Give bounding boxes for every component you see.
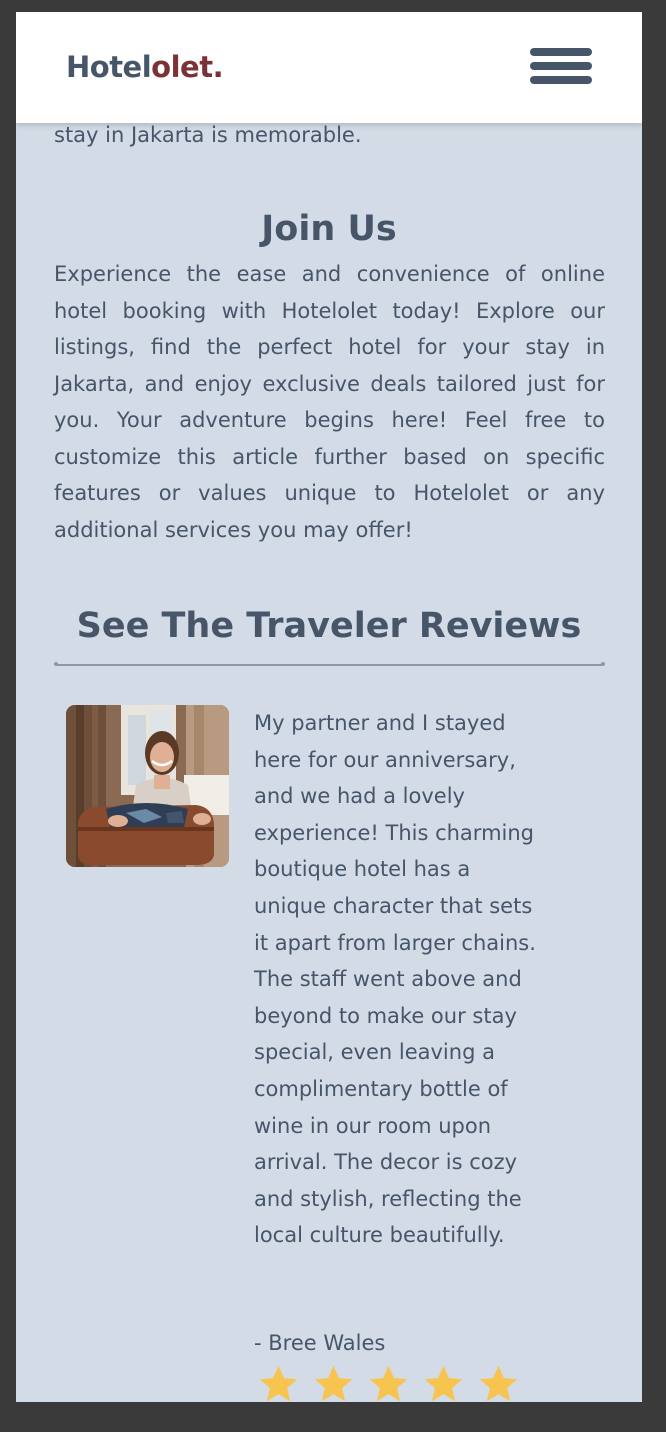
rating-stars bbox=[256, 1362, 521, 1402]
join-us-heading: Join Us bbox=[261, 209, 397, 249]
menu-bar bbox=[530, 48, 592, 56]
logo-accent: olet. bbox=[151, 50, 224, 84]
navbar: Hotelolet. bbox=[16, 12, 642, 123]
section-divider bbox=[54, 662, 605, 666]
page-viewport: Hotelolet. stay in Jakarta is memorable.… bbox=[16, 12, 642, 1402]
hamburger-menu-icon[interactable] bbox=[530, 46, 592, 88]
logo[interactable]: Hotelolet. bbox=[66, 50, 224, 84]
star-icon bbox=[314, 1365, 353, 1402]
reviewer-photo bbox=[66, 705, 229, 867]
review-author: - Bree Wales bbox=[254, 1331, 386, 1355]
menu-bar bbox=[530, 62, 592, 70]
logo-primary: Hotel bbox=[66, 50, 152, 84]
star-icon bbox=[259, 1365, 298, 1402]
join-us-body: Experience the ease and convenience of o… bbox=[54, 262, 605, 542]
menu-bar bbox=[530, 76, 592, 84]
reviews-heading: See The Traveler Reviews bbox=[76, 606, 582, 646]
intro-text-tail: stay in Jakarta is memorable. bbox=[54, 123, 362, 147]
star-icon bbox=[424, 1365, 463, 1402]
star-icon bbox=[369, 1365, 408, 1402]
review-text: My partner and I stayed here for our ann… bbox=[254, 711, 536, 1248]
star-icon bbox=[479, 1365, 518, 1402]
